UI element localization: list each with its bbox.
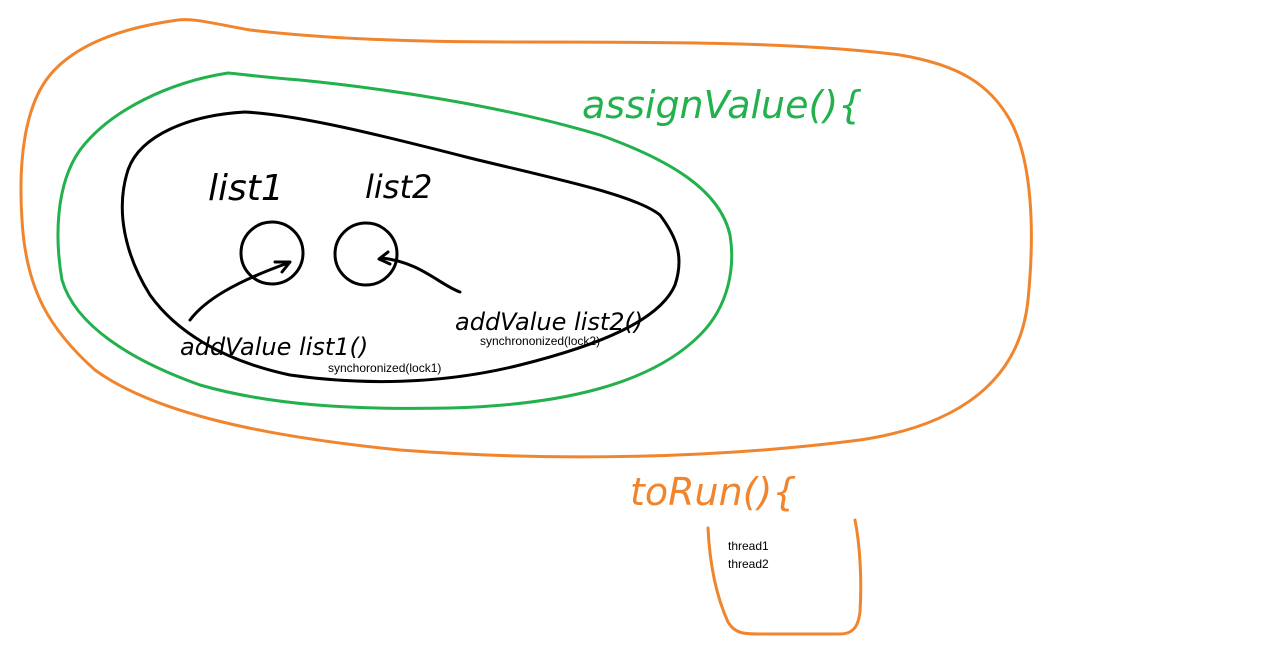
thread1-label: thread1 <box>728 539 769 553</box>
assign-value-label: assignValue(){ <box>582 83 862 127</box>
list2-label: list2 <box>365 168 432 206</box>
add-value-list1-label: addValue list1() <box>180 333 368 361</box>
thread2-label: thread2 <box>728 557 769 571</box>
sync-lock1-label: synchoronized(lock1) <box>328 361 441 375</box>
method-scope-diagram: list1 list2 addValue list1() addValue li… <box>0 0 1261 664</box>
sync-lock2-label: synchrononized(lock2) <box>480 334 600 348</box>
to-run-label: toRun(){ <box>630 470 797 514</box>
list1-label: list1 <box>208 168 284 209</box>
add-value-list2-label: addValue list2() <box>455 308 643 336</box>
